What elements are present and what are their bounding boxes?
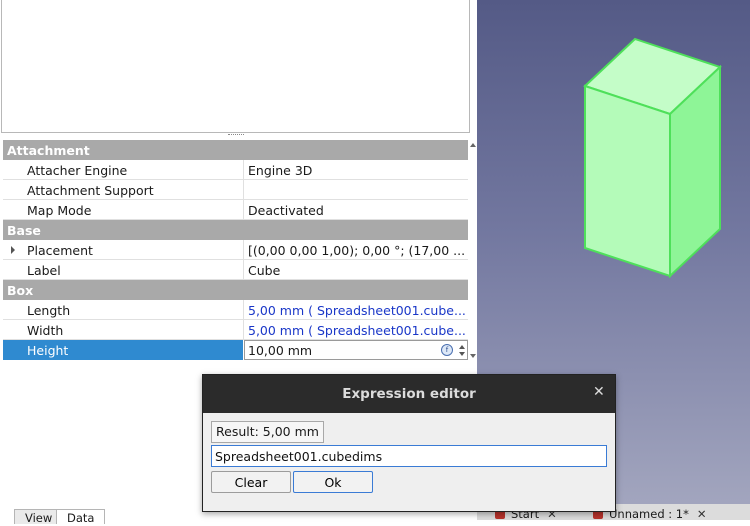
tab-data[interactable]: Data [56,509,106,525]
height-quantity-editor[interactable]: 10,00 mm f [244,340,468,360]
tree-view-panel[interactable] [1,0,470,133]
property-name: Label [27,263,61,278]
column-separator [243,160,244,180]
property-value[interactable]: 10,00 mm [248,343,312,358]
clear-button[interactable]: Clear [211,471,291,493]
column-separator [243,320,244,340]
cube-front-face [584,84,671,278]
ok-button[interactable]: Ok [293,471,373,493]
expand-arrow-icon[interactable] [11,246,15,254]
fx-icon[interactable]: f [441,344,453,356]
splitter-grip[interactable] [228,134,244,137]
close-icon[interactable]: ✕ [593,384,605,400]
column-separator [243,260,244,280]
doc-tab-label: Unnamed : 1* [609,507,689,521]
column-separator [243,200,244,220]
property-row-height[interactable]: Height 10,00 mm f [3,340,468,360]
property-value[interactable]: Engine 3D [248,163,466,178]
property-value[interactable]: Deactivated [248,203,466,218]
column-separator [243,240,244,260]
property-row-width[interactable]: Width 5,00 mm ( Spreadsheet001.cube... [3,320,468,340]
expression-input[interactable] [211,445,607,467]
property-name: Attacher Engine [27,163,128,178]
property-name: Width [27,323,64,338]
panel-splitter[interactable] [0,133,470,138]
group-label: Box [7,283,34,298]
group-label: Attachment [7,143,90,158]
column-separator [243,180,244,200]
property-name: Length [27,303,71,318]
group-header-base[interactable]: Base [3,220,468,240]
spin-up-icon[interactable] [459,345,465,349]
group-header-attachment[interactable]: Attachment [3,140,468,160]
dialog-title: Expression editor [342,386,476,402]
property-name: Attachment Support [27,183,154,198]
result-label: Result: 5,00 mm [211,421,324,443]
property-row-attachment-support[interactable]: Attachment Support [3,180,468,200]
scroll-up-icon[interactable] [470,143,476,147]
property-row-attacher-engine[interactable]: Attacher Engine Engine 3D [3,160,468,180]
group-label: Base [7,223,41,238]
property-name: Placement [27,243,93,258]
selected-property-name-cell[interactable]: Height [3,340,243,360]
property-name: Height [27,343,69,358]
spin-down-icon[interactable] [459,352,465,356]
expression-editor-dialog: Expression editor ✕ Result: 5,00 mm Clea… [202,374,616,512]
column-separator [243,300,244,320]
property-name: Map Mode [27,203,92,218]
group-header-box[interactable]: Box [3,280,468,300]
property-value[interactable]: 5,00 mm ( Spreadsheet001.cube... [248,303,466,318]
property-value[interactable]: [(0,00 0,00 1,00); 0,00 °; (17,00 ... [248,243,466,258]
property-value[interactable]: Cube [248,263,466,278]
close-icon[interactable]: ✕ [697,507,707,521]
property-row-map-mode[interactable]: Map Mode Deactivated [3,200,468,220]
property-row-placement[interactable]: Placement [(0,00 0,00 1,00); 0,00 °; (17… [3,240,468,260]
dialog-title-bar[interactable]: Expression editor ✕ [203,375,615,413]
property-row-label[interactable]: Label Cube [3,260,468,280]
scroll-down-icon[interactable] [470,354,476,358]
property-row-length[interactable]: Length 5,00 mm ( Spreadsheet001.cube... [3,300,468,320]
property-value[interactable]: 5,00 mm ( Spreadsheet001.cube... [248,323,466,338]
